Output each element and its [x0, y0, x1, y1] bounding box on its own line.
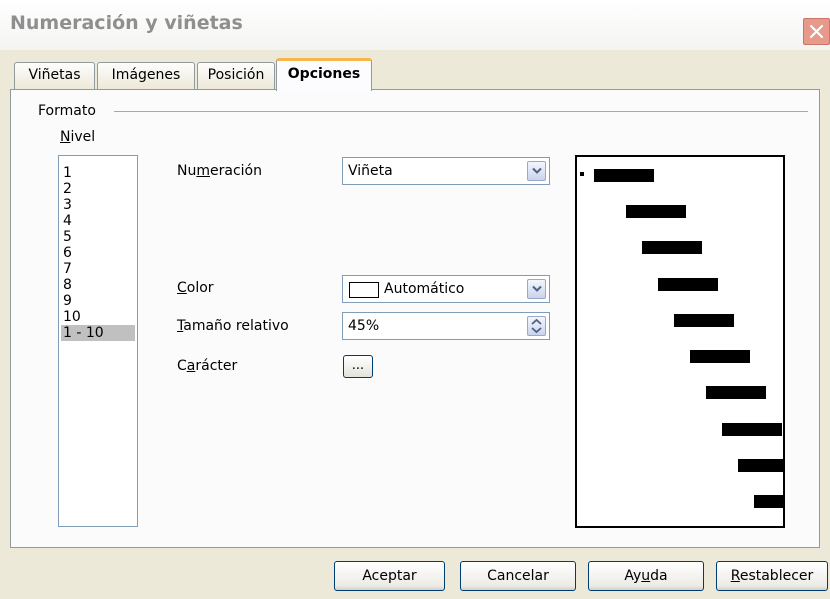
- level-label-rest: ivel: [70, 129, 96, 145]
- tab-posicion[interactable]: Posición: [197, 62, 275, 89]
- cancel-button[interactable]: Cancelar: [460, 561, 576, 591]
- preview-line-9: [738, 459, 783, 472]
- tab-vinetas[interactable]: Viñetas: [14, 62, 95, 89]
- level-item-5[interactable]: 5: [63, 229, 135, 245]
- numbering-label: Numeración: [177, 163, 262, 179]
- tab-imagenes-label: Imágenes: [111, 67, 181, 83]
- bullet-preview: [575, 155, 785, 528]
- numbering-value: Viñeta: [348, 163, 393, 179]
- preview-line-3: [642, 241, 702, 254]
- color-swatch: [349, 282, 379, 298]
- preview-line-5: [674, 314, 734, 327]
- level-item-6[interactable]: 6: [63, 245, 135, 261]
- preview-line-4: [658, 278, 718, 291]
- color-value: Automático: [384, 281, 465, 297]
- relative-size-label: Tamaño relativo: [177, 318, 289, 334]
- tab-vinetas-label: Viñetas: [28, 67, 81, 83]
- relative-size-value: 45%: [348, 318, 380, 334]
- relative-size-spin-button[interactable]: [527, 316, 546, 336]
- level-label: Nivel: [60, 129, 95, 145]
- preview-line-8: [722, 423, 782, 436]
- format-group-label: Formato: [38, 103, 96, 119]
- preview-line-2: [626, 205, 686, 218]
- color-dropdown-button[interactable]: [527, 279, 546, 299]
- preview-line-1: [594, 169, 654, 182]
- color-select[interactable]: Automático: [342, 275, 550, 303]
- close-icon: [809, 24, 824, 39]
- level-item-3[interactable]: 3: [63, 197, 135, 213]
- numbering-dropdown-button[interactable]: [527, 161, 546, 181]
- format-group-divider: [114, 111, 808, 112]
- level-list[interactable]: 1 2 3 4 5 6 7 8 9 10 1 - 10: [58, 155, 138, 527]
- preview-bullet: [580, 172, 584, 176]
- level-item-9[interactable]: 9: [63, 293, 135, 309]
- title-bar: Numeración y viñetas: [0, 0, 830, 50]
- level-label-mnemonic: N: [60, 129, 71, 145]
- character-label: Carácter: [177, 358, 238, 374]
- reset-button[interactable]: Restablecer: [716, 561, 828, 591]
- close-button[interactable]: [803, 18, 830, 45]
- level-item-7[interactable]: 7: [63, 261, 135, 277]
- ok-button[interactable]: Aceptar: [334, 561, 445, 591]
- chevron-down-icon: [532, 167, 542, 174]
- tab-opciones-label: Opciones: [287, 66, 361, 82]
- preview-line-7: [706, 386, 766, 399]
- level-item-8[interactable]: 8: [63, 277, 135, 293]
- relative-size-spinner[interactable]: 45%: [342, 312, 550, 340]
- preview-line-10: [754, 495, 783, 508]
- tab-imagenes[interactable]: Imágenes: [97, 62, 195, 89]
- level-item-4[interactable]: 4: [63, 213, 135, 229]
- help-button[interactable]: Ayuda: [588, 561, 704, 591]
- window-title: Numeración y viñetas: [10, 12, 243, 34]
- tab-posicion-label: Posición: [207, 67, 265, 83]
- level-item-all[interactable]: 1 - 10: [61, 325, 135, 341]
- level-item-2[interactable]: 2: [63, 181, 135, 197]
- spin-updown-icon: [531, 318, 542, 334]
- numbering-select[interactable]: Viñeta: [342, 157, 550, 185]
- tab-opciones[interactable]: Opciones: [276, 58, 372, 91]
- character-button[interactable]: ...: [343, 355, 373, 378]
- level-item-1[interactable]: 1: [63, 165, 135, 181]
- preview-line-6: [690, 350, 750, 363]
- color-label: Color: [177, 280, 214, 296]
- chevron-down-icon: [532, 285, 542, 292]
- level-item-10[interactable]: 10: [63, 309, 135, 325]
